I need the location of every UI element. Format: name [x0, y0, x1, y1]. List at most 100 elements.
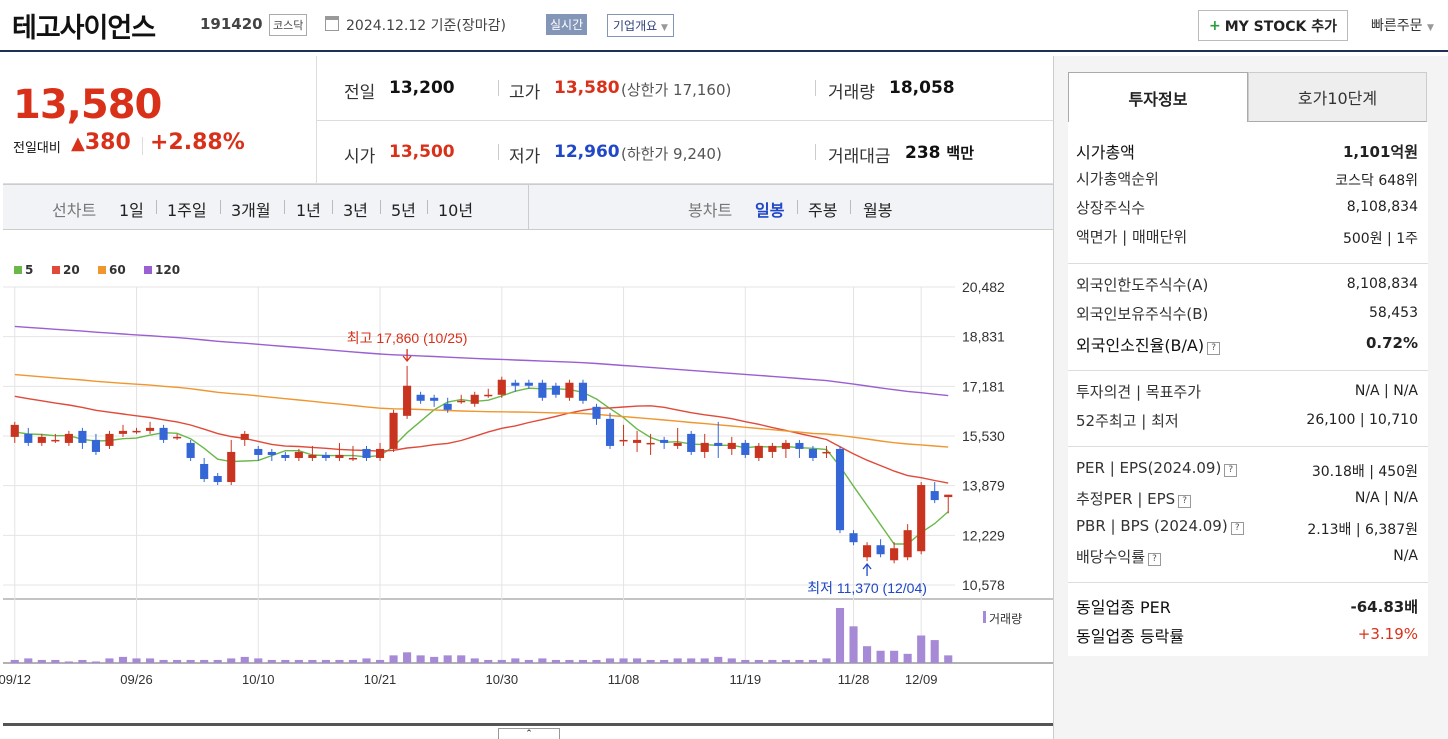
- volume-bar: [687, 658, 696, 663]
- volume-bar: [254, 658, 263, 663]
- candle-body: [227, 451, 236, 483]
- volume-bar: [308, 659, 317, 663]
- help-icon[interactable]: ?: [1148, 553, 1162, 566]
- section-divider: [1068, 446, 1428, 447]
- volume-bar: [91, 661, 100, 663]
- x-tick-label: 11/28: [838, 672, 870, 687]
- candle-body: [335, 454, 344, 458]
- volume-bar: [835, 608, 845, 663]
- help-icon[interactable]: ?: [1178, 495, 1192, 508]
- help-icon[interactable]: ?: [1207, 342, 1221, 355]
- stock-page: { "header": { "stock_name": "테고사이언스", "s…: [0, 0, 1448, 739]
- candle-body: [835, 448, 845, 531]
- x-tick-label: 09/26: [120, 672, 153, 687]
- volume-bar: [321, 659, 330, 663]
- volume-bar: [294, 659, 303, 663]
- volume-bar: [808, 659, 818, 663]
- volume-bar: [551, 659, 560, 663]
- volume-bar: [51, 659, 60, 663]
- candle-body: [727, 442, 736, 449]
- info-label: 배당수익률?: [1076, 546, 1162, 567]
- info-value: 8,108,834: [1346, 199, 1418, 215]
- candle-body: [416, 394, 425, 401]
- volume-bar: [863, 646, 872, 663]
- y-tick-label: 17,181: [962, 378, 1005, 394]
- y-tick-label: 20,482: [962, 279, 1005, 295]
- help-icon[interactable]: ?: [1224, 464, 1238, 477]
- volume-bar: [10, 659, 19, 663]
- candle-body: [700, 442, 709, 452]
- candle-body: [91, 439, 100, 452]
- volume-bar: [795, 659, 804, 663]
- candle-body: [348, 457, 358, 460]
- tab-investment-info[interactable]: 투자정보: [1068, 72, 1248, 122]
- low-arrow-icon: [862, 562, 872, 576]
- candle-body: [105, 433, 114, 446]
- chevron-down-icon: ▼: [1426, 23, 1434, 33]
- candle-body: [822, 451, 831, 454]
- volume-bar: [457, 655, 466, 663]
- volume-bar: [565, 659, 574, 663]
- candle-body: [768, 445, 777, 452]
- volume-legend-swatch: [983, 611, 986, 623]
- volume-bar: [240, 656, 249, 663]
- candle-body: [159, 427, 168, 440]
- info-value: -64.83배: [1350, 598, 1418, 616]
- volume-bar: [768, 659, 777, 663]
- volume-bar: [930, 640, 939, 663]
- volume-bar: [24, 658, 33, 663]
- candle-body: [646, 442, 655, 445]
- candle-body: [37, 436, 46, 443]
- candle-body: [375, 448, 385, 458]
- plus-icon: +: [1209, 17, 1221, 34]
- volume-bar: [470, 658, 479, 663]
- candle-body: [876, 545, 885, 555]
- candle-body: [754, 445, 763, 458]
- price-chart[interactable]: 20,482 18,831 17,181 15,530 13,879 12,229 10,5…: [0, 0, 1053, 739]
- candle-body: [741, 442, 750, 455]
- tab-orderbook-10[interactable]: 호가10단계: [1248, 72, 1427, 122]
- volume-bar: [673, 658, 682, 663]
- candle-body: [714, 442, 723, 446]
- x-tick-label: 10/10: [242, 672, 275, 687]
- volume-legend-label: 거래량: [989, 612, 1022, 626]
- volume-bar: [200, 659, 209, 663]
- candle-body: [551, 385, 560, 395]
- candle-body: [294, 451, 303, 458]
- volume-bar: [362, 658, 371, 663]
- volume-bar: [118, 656, 128, 663]
- volume-bar: [633, 658, 642, 663]
- candle-body: [930, 491, 939, 501]
- collapse-chevron-icon[interactable]: ⌃: [498, 728, 560, 739]
- mystock-add-button[interactable]: + MY STOCK 추가: [1198, 10, 1348, 41]
- candle-body: [470, 394, 479, 404]
- info-value: 1,101억원: [1342, 143, 1418, 161]
- info-value: 30.18배 | 450원: [1311, 464, 1418, 480]
- volume-bar: [497, 659, 506, 663]
- candle-body: [497, 379, 506, 395]
- volume-bar: [267, 659, 276, 663]
- info-label: 외국인한도주식수(A): [1076, 276, 1209, 294]
- quick-order-dropdown[interactable]: 빠른주문 ▼: [1371, 15, 1434, 35]
- help-icon[interactable]: ?: [1230, 522, 1244, 535]
- info-value: 26,100 | 10,710: [1306, 412, 1418, 428]
- candle-body: [687, 433, 696, 452]
- volume-bar: [578, 659, 588, 663]
- y-tick-label: 13,879: [962, 478, 1005, 494]
- volume-bar: [484, 659, 493, 663]
- candle-body: [254, 448, 263, 455]
- candle-body: [781, 442, 790, 449]
- candle-body: [795, 442, 804, 449]
- x-tick-label: 12/09: [905, 672, 938, 687]
- quick-order-label: 빠른주문: [1371, 18, 1423, 34]
- volume-bar: [917, 635, 926, 663]
- candle-body: [132, 430, 141, 433]
- candle-body: [524, 382, 533, 386]
- x-tick-label: 10/30: [486, 672, 519, 687]
- y-tick-label: 12,229: [962, 527, 1005, 543]
- candle-body: [808, 448, 818, 458]
- volume-bar: [660, 659, 669, 663]
- volume-bar: [781, 659, 790, 663]
- volume-bar: [78, 659, 87, 663]
- section-divider: [1068, 263, 1428, 264]
